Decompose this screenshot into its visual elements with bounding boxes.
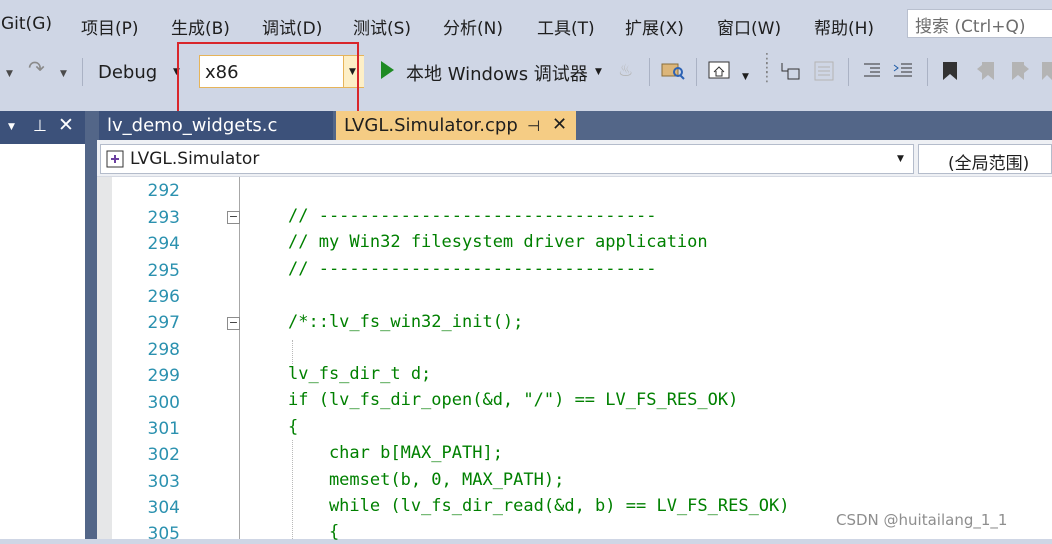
toolbar-separator — [848, 58, 849, 86]
line-number: 294 — [147, 234, 180, 254]
code-line[interactable]: /*::lv_fs_win32_init(); — [288, 312, 523, 332]
menu-project[interactable]: 项目(P) — [81, 14, 139, 39]
indent-guide — [292, 340, 293, 364]
menu-help[interactable]: 帮助(H) — [814, 14, 874, 39]
panel-splitter[interactable] — [85, 111, 97, 539]
code-line[interactable]: memset(b, 0, MAX_PATH); — [288, 470, 564, 490]
line-number: 300 — [147, 393, 180, 413]
collapse-icon[interactable]: − — [227, 211, 240, 224]
configuration-value: Debug — [98, 62, 158, 83]
line-number: 305 — [147, 524, 180, 544]
menu-analyze[interactable]: 分析(N) — [443, 14, 503, 39]
scope-dropdown[interactable]: (全局范围) — [918, 144, 1052, 174]
line-number: 296 — [147, 287, 180, 307]
toolbar-separator — [82, 58, 83, 86]
code-line[interactable]: { — [288, 522, 339, 542]
menu-window[interactable]: 窗口(W) — [717, 14, 781, 39]
project-name: LVGL.Simulator — [130, 149, 260, 169]
line-number: 297 — [147, 313, 180, 333]
pin-icon[interactable]: ⊣ — [527, 117, 540, 135]
menu-extensions[interactable]: 扩展(X) — [625, 14, 684, 39]
code-line[interactable]: // --------------------------------- — [288, 259, 656, 279]
line-number: 293 — [147, 208, 180, 228]
hot-reload-icon[interactable]: ♨ — [618, 61, 633, 81]
menu-tools[interactable]: 工具(T) — [537, 14, 595, 39]
code-line[interactable]: lv_fs_dir_t d; — [288, 364, 431, 384]
chevron-down-icon: ▼ — [897, 154, 904, 164]
watermark: CSDN @huitailang_1_1 — [836, 511, 1008, 529]
search-input[interactable]: 搜索 (Ctrl+Q) — [907, 9, 1052, 38]
menu-build[interactable]: 生成(B) — [171, 14, 230, 39]
toolbar-separator — [649, 58, 650, 86]
indent-icon[interactable] — [892, 62, 914, 80]
line-number: 303 — [147, 472, 180, 492]
menu-git[interactable]: Git(G) — [1, 14, 52, 34]
collapse-icon[interactable]: − — [227, 317, 240, 330]
pin-icon[interactable]: ⊥ — [33, 116, 47, 135]
tab-label: lv_demo_widgets.c — [107, 115, 278, 136]
tool-window-header: ▼ ⊥ ✕ — [0, 111, 85, 144]
outline-guide — [239, 177, 240, 539]
line-number: 302 — [147, 445, 180, 465]
code-line[interactable]: while (lv_fs_dir_read(&d, b) == LV_FS_RE… — [288, 496, 790, 516]
chevron-down-icon[interactable]: ▼ — [595, 67, 602, 77]
menu-bar: Git(G) 项目(P) 生成(B) 调试(D) 测试(S) 分析(N) 工具(… — [0, 0, 1052, 49]
line-number: 292 — [147, 181, 180, 201]
project-icon — [106, 150, 124, 168]
line-number: 299 — [147, 366, 180, 386]
previous-bookmark-icon[interactable] — [976, 60, 998, 82]
highlight-box — [177, 42, 359, 122]
code-line[interactable]: if (lv_fs_dir_open(&d, "/") == LV_FS_RES… — [288, 390, 738, 410]
redo-dropdown-icon[interactable]: ▼ — [60, 66, 67, 82]
format-icon[interactable] — [812, 60, 836, 82]
clear-bookmarks-icon[interactable] — [1040, 60, 1052, 82]
toolbar-separator — [696, 58, 697, 86]
bookmark-icon[interactable] — [940, 60, 960, 82]
selection-margin[interactable] — [97, 177, 112, 539]
project-dropdown[interactable]: LVGL.Simulator ▼ — [100, 144, 914, 174]
line-number: 301 — [147, 419, 180, 439]
tool-window-panel — [0, 111, 85, 539]
start-debug-button[interactable]: 本地 Windows 调试器 — [406, 60, 588, 86]
tab-lv-demo-widgets[interactable]: lv_demo_widgets.c — [99, 111, 333, 140]
line-number: 298 — [147, 340, 180, 360]
code-line[interactable]: // --------------------------------- — [288, 206, 656, 226]
menu-debug[interactable]: 调试(D) — [262, 14, 322, 39]
toolbar-separator — [927, 58, 928, 86]
close-icon[interactable]: ✕ — [552, 114, 567, 135]
outdent-icon[interactable] — [862, 62, 882, 80]
step-icon[interactable] — [779, 61, 801, 81]
redo-icon[interactable]: ↷ — [28, 58, 45, 78]
code-line[interactable]: char b[MAX_PATH]; — [288, 443, 503, 463]
code-line[interactable]: // my Win32 filesystem driver applicatio… — [288, 232, 708, 252]
menu-test[interactable]: 测试(S) — [353, 14, 411, 39]
undo-dropdown-icon[interactable]: ▼ — [6, 66, 13, 82]
find-in-files-icon[interactable] — [661, 60, 685, 80]
line-number: 304 — [147, 498, 180, 518]
home-window-icon[interactable] — [708, 60, 730, 80]
chevron-down-icon[interactable]: ▼ — [8, 122, 15, 132]
start-debug-icon[interactable] — [381, 61, 394, 79]
chevron-down-icon[interactable]: ▼ — [742, 72, 749, 82]
scope-value: (全局范围) — [948, 154, 1030, 174]
code-line[interactable]: { — [288, 417, 298, 437]
tab-label: LVGL.Simulator.cpp — [344, 115, 518, 136]
close-icon[interactable]: ✕ — [58, 114, 74, 136]
grip-icon: ⋮ ⋮ ⋮ — [760, 51, 774, 85]
next-bookmark-icon[interactable] — [1008, 60, 1030, 82]
tab-lvgl-simulator[interactable]: LVGL.Simulator.cpp ⊣ ✕ — [336, 111, 576, 140]
line-number: 295 — [147, 261, 180, 281]
